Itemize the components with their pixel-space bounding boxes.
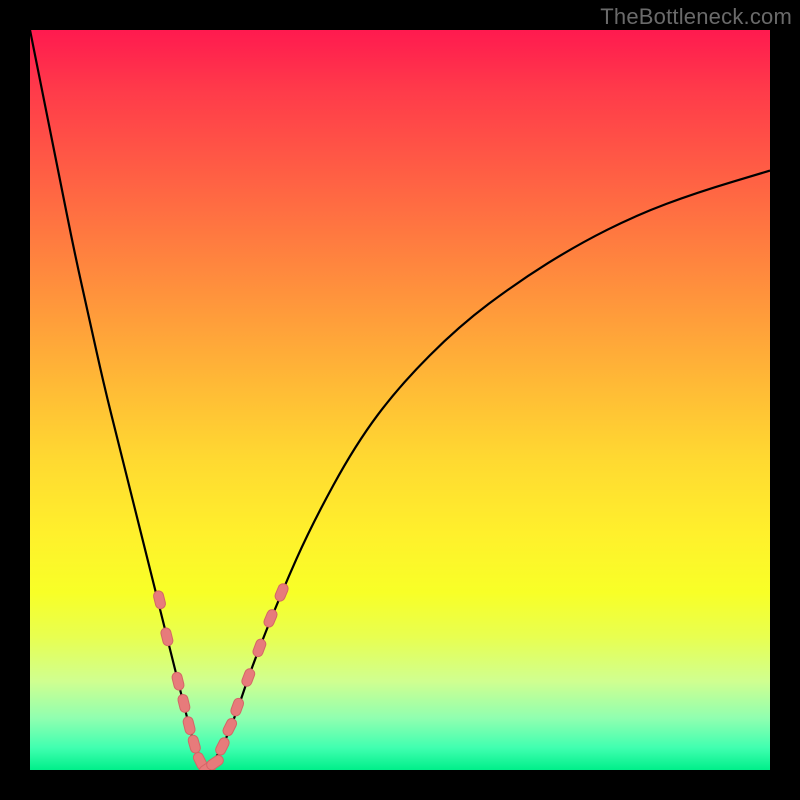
curve-marker bbox=[152, 590, 166, 610]
curve-marker bbox=[177, 693, 191, 713]
curve-marker bbox=[240, 667, 256, 687]
curve-marker bbox=[160, 627, 174, 647]
bottleneck-curve-svg bbox=[30, 30, 770, 770]
curve-marker bbox=[229, 697, 245, 717]
watermark-text: TheBottleneck.com bbox=[600, 4, 792, 30]
curve-marker bbox=[252, 638, 268, 658]
curve-marker bbox=[182, 716, 196, 736]
curve-marker bbox=[214, 736, 231, 757]
plot-area bbox=[30, 30, 770, 770]
curve-markers bbox=[152, 582, 289, 770]
curve-marker bbox=[205, 753, 226, 770]
curve-marker bbox=[171, 671, 185, 691]
curve-marker bbox=[221, 717, 238, 738]
curve-marker bbox=[262, 608, 278, 628]
chart-frame: TheBottleneck.com bbox=[0, 0, 800, 800]
bottleneck-curve bbox=[30, 30, 770, 767]
curve-marker bbox=[187, 734, 202, 754]
curve-marker bbox=[274, 582, 290, 602]
